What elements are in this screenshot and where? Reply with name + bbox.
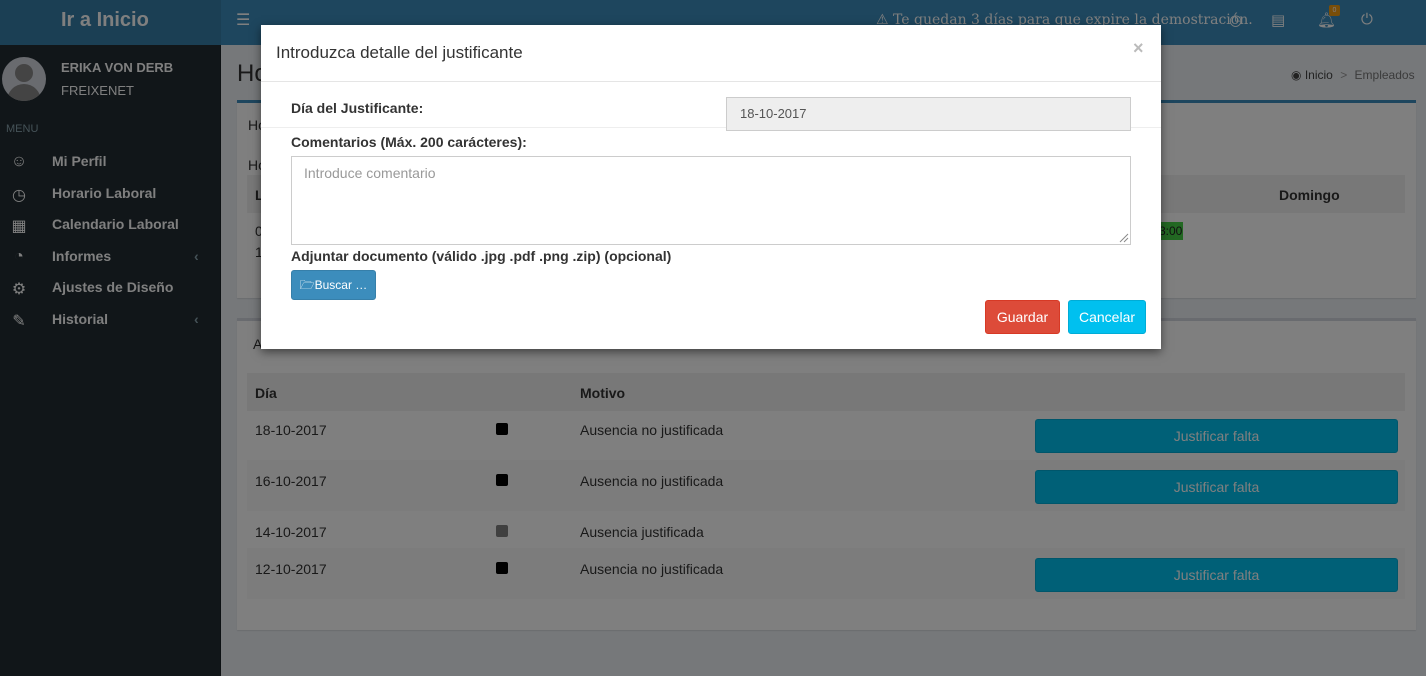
- cancel-button[interactable]: Cancelar: [1068, 300, 1146, 334]
- date-label: Día del Justificante:: [291, 100, 424, 116]
- save-button[interactable]: Guardar: [985, 300, 1060, 334]
- browse-file-button[interactable]: 🗁︎Buscar …: [291, 270, 376, 300]
- modal-divider: [261, 81, 1161, 82]
- close-icon[interactable]: ×: [1133, 38, 1144, 59]
- comment-field[interactable]: [291, 156, 1131, 245]
- comment-label: Comentarios (Máx. 200 carácteres):: [291, 134, 527, 150]
- folder-open-icon: 🗁︎: [299, 278, 315, 292]
- date-field: 18-10-2017: [726, 97, 1131, 131]
- modal-title: Introduzca detalle del justificante: [276, 43, 523, 62]
- justification-modal: Introduzca detalle del justificante × Dí…: [261, 25, 1161, 349]
- attach-label: Adjuntar documento (válido .jpg .pdf .pn…: [291, 248, 672, 264]
- resize-grip-icon[interactable]: [1117, 231, 1129, 243]
- browse-label: Buscar …: [314, 278, 368, 292]
